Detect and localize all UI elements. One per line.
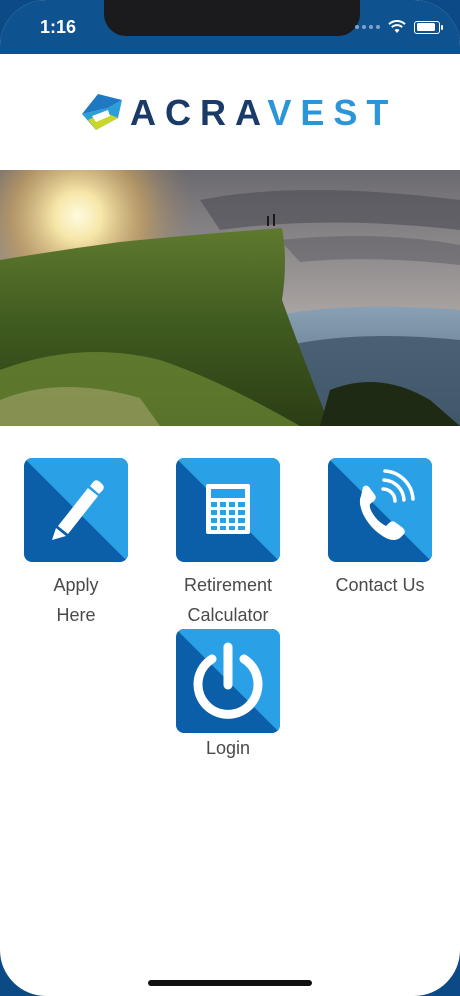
app-screen: 1:16 ACRAVEST Apply Here Retirement Calc… [0,0,460,996]
brand-name-part1: ACRA [130,92,268,133]
apply-here-label-line2: Here [56,605,96,625]
apply-here-tile[interactable]: Apply Here [24,458,128,630]
calculator-icon [206,484,250,534]
brand-name: ACRAVEST [130,92,397,134]
status-time: 1:16 [40,17,77,37]
hero-image [0,170,460,426]
login-label: Login [176,733,280,763]
wifi-icon [388,20,406,33]
status-icons [355,16,443,38]
retirement-calculator-tile[interactable]: Retirement Calculator [176,458,280,630]
contact-us-button[interactable] [328,458,432,562]
signal-icon [355,25,380,29]
login-tile[interactable]: Login [176,629,280,763]
status-bar: 1:16 [0,0,460,54]
apply-here-label-line1: Apply [53,575,99,595]
login-button[interactable] [176,629,280,733]
apply-here-label: Apply Here [24,570,128,630]
login-label-line1: Login [205,738,251,758]
home-indicator[interactable] [148,980,312,986]
contact-us-label-line1: Contact Us [335,575,425,595]
retirement-calculator-button[interactable] [176,458,280,562]
brand-header: ACRAVEST [0,54,460,170]
retirement-calculator-label-line2: Calculator [187,605,269,625]
brand-name-part2: VEST [267,92,398,133]
acravest-logo-icon [82,94,122,130]
contact-us-tile[interactable]: Contact Us [328,458,432,600]
retirement-calculator-label: Retirement Calculator [176,570,280,630]
contact-us-label: Contact Us [328,570,432,600]
apply-here-button[interactable] [24,458,128,562]
device-notch [104,0,360,36]
battery-icon [414,20,443,34]
retirement-calculator-label-line1: Retirement [183,575,273,595]
